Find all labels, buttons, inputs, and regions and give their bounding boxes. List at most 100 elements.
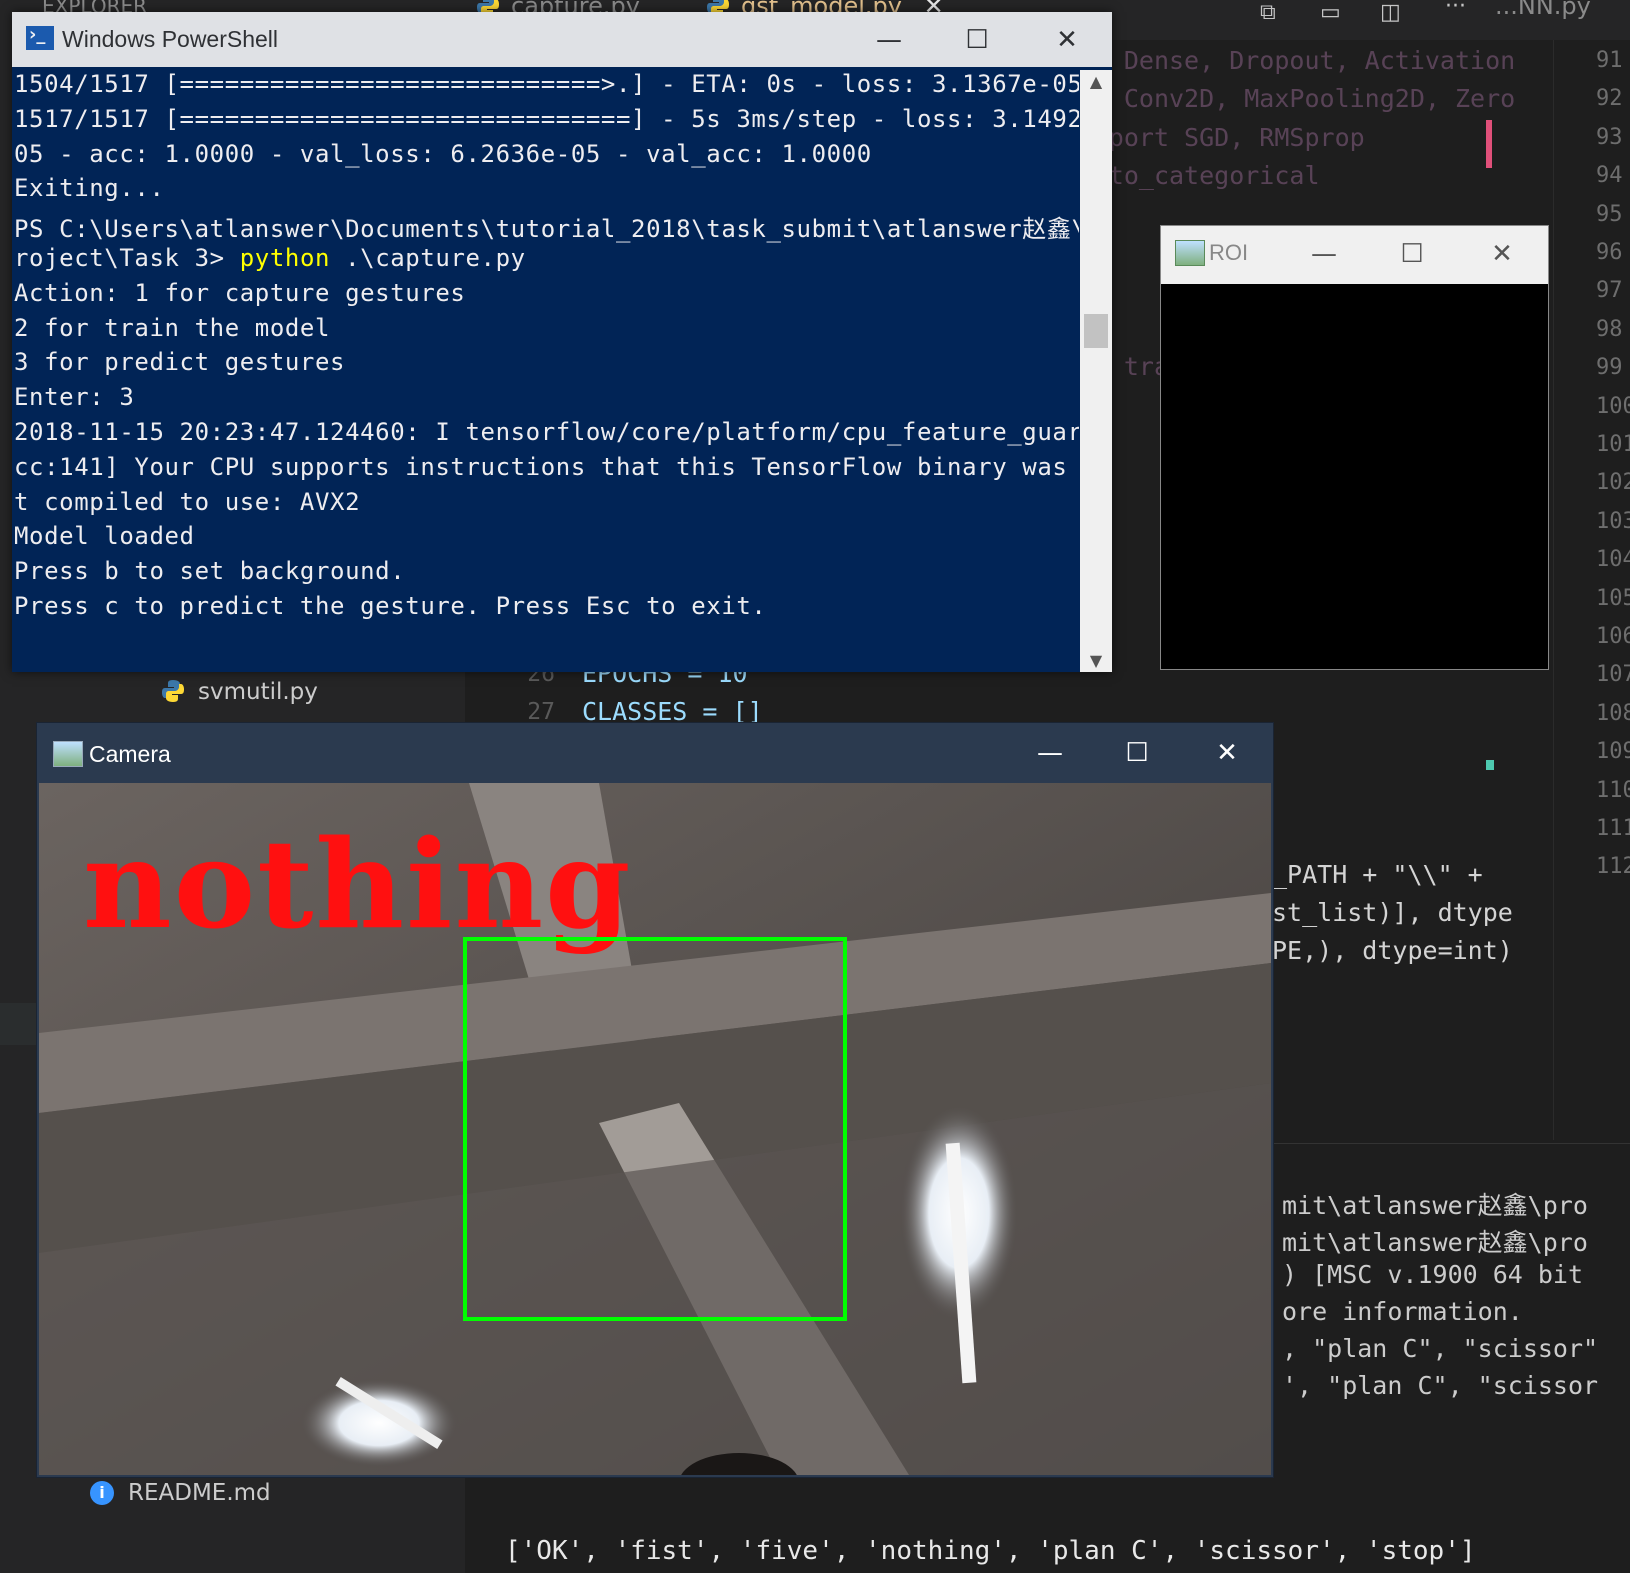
line-number: 110 <box>1596 777 1630 803</box>
scroll-up-icon[interactable]: ▲ <box>1080 72 1112 91</box>
terminal-line: mit\atlanswer赵鑫\pro <box>1282 1228 1588 1257</box>
console-line-text: 1504/1517 [============================>… <box>14 70 1079 98</box>
terminal-line: ', "plan C", "scissor <box>1282 1371 1599 1400</box>
scrollbar[interactable]: ▲ ▼ <box>1080 70 1112 672</box>
git-change-marker <box>1486 120 1492 168</box>
roi-title: ROI <box>1209 240 1249 265</box>
compare-icon[interactable]: ⧉ <box>1260 0 1276 25</box>
git-change-marker <box>1486 760 1494 770</box>
console-line-text: Exiting... <box>14 174 165 203</box>
console-line-text: Action: 1 for capture gestures <box>14 278 466 307</box>
console-line-text: Press c to predict the gesture. Press Es… <box>14 592 767 620</box>
prediction-label: nothing <box>83 812 633 956</box>
line-number: 95 <box>1596 201 1623 227</box>
scroll-down-icon[interactable]: ▼ <box>1080 651 1112 670</box>
terminal-line: mit\atlanswer赵鑫\pro <box>1282 1191 1588 1220</box>
powershell-console[interactable]: 1504/1517 [============================>… <box>14 70 1079 670</box>
console-line: Model loaded <box>14 522 195 550</box>
console-line-text: 05 - acc: 1.0000 - val_loss: 6.2636e-05 … <box>14 139 872 168</box>
line-number: 103 <box>1596 508 1630 534</box>
line-number: 99 <box>1596 355 1623 381</box>
console-line-text: 2018-11-15 20:23:47.124460: I tensorflow… <box>14 418 1079 446</box>
terminal-line: ore information. <box>1282 1297 1523 1326</box>
powershell-title: Windows PowerShell <box>62 26 279 52</box>
scrollbar-thumb[interactable] <box>1084 314 1108 348</box>
code-line-fragment: st_list)], dtype <box>1272 898 1513 927</box>
console-line-text: Press b to set background. <box>14 557 406 586</box>
explorer-item-label: README.md <box>128 1480 271 1506</box>
tab-cnn[interactable]: ...NN.py <box>1495 0 1591 20</box>
console-command-arg: .\capture.py <box>330 244 526 272</box>
split-editor-icon[interactable]: ◫ <box>1380 0 1401 25</box>
minimize-button[interactable]: — <box>1025 733 1075 773</box>
python-file-icon <box>160 678 186 704</box>
console-line-text: 2 for train the model <box>14 313 331 342</box>
explorer-item[interactable]: svmutil.py <box>160 678 318 705</box>
window-app-icon <box>1175 240 1205 266</box>
line-number: 92 <box>1596 86 1623 112</box>
console-line: roject\Task 3> python .\capture.py <box>14 244 526 272</box>
maximize-button[interactable]: ☐ <box>1112 733 1162 773</box>
line-number: 96 <box>1596 240 1623 265</box>
console-line: Action: 1 for capture gestures <box>14 279 465 307</box>
info-icon: i <box>90 1481 114 1505</box>
line-number: 104 <box>1596 547 1630 573</box>
console-line-text: Model loaded <box>14 522 195 551</box>
line-number: 105 <box>1596 585 1630 611</box>
terminal-line: , "plan C", "scissor" <box>1282 1334 1599 1363</box>
line-number: 93 <box>1596 124 1623 150</box>
minimize-button[interactable]: — <box>864 20 914 60</box>
line-number: 100 <box>1596 393 1630 419</box>
terminal-panel[interactable]: mit\atlanswer赵鑫\pro mit\atlanswer赵鑫\pro ) … <box>1270 1143 1630 1494</box>
camera-window[interactable]: Camera — ☐ ✕ nothing <box>36 722 1274 1478</box>
console-line-text: 3 for predict gestures <box>14 348 346 377</box>
maximize-button[interactable]: ☐ <box>1387 234 1437 274</box>
console-line: 1504/1517 [============================>… <box>14 70 1079 98</box>
close-button[interactable]: ✕ <box>1477 234 1527 274</box>
console-line: Press b to set background. <box>14 557 405 585</box>
console-line-text: t compiled to use: AVX2 <box>14 487 361 516</box>
minimap-gutter: 91 92 93 94 95 96 97 98 99 100 101 102 103 104 105 106 1… <box>1486 40 1630 1140</box>
camera-title: Camera <box>89 741 171 767</box>
tab-cnn-label: ...NN.py <box>1495 0 1591 20</box>
roi-window[interactable]: ROI — ☐ ✕ <box>1160 225 1549 670</box>
console-line: PS C:\Users\atlanswer\Documents\tutorial… <box>14 209 1079 244</box>
console-line: cc:141] Your CPU supports instructions t… <box>14 453 1079 481</box>
terminal-line: ) [MSC v.1900 64 bit <box>1282 1260 1584 1289</box>
line-number: 112 <box>1596 854 1630 880</box>
console-command: python <box>239 244 331 272</box>
console-line: 2 for train the model <box>14 314 330 342</box>
console-line: Enter: 3 <box>14 383 134 411</box>
line-number: 97 <box>1596 278 1623 304</box>
roi-bounding-box <box>463 937 847 1321</box>
line-number: 101 <box>1596 432 1630 457</box>
console-line: Press c to predict the gesture. Press Es… <box>14 592 766 620</box>
toggle-panel-icon[interactable]: ▭ <box>1320 0 1341 25</box>
powershell-titlebar[interactable]: Windows PowerShell — ☐ ✕ <box>12 12 1112 67</box>
window-app-icon <box>53 741 83 767</box>
console-line: 2018-11-15 20:23:47.124460: I tensorflow… <box>14 418 1079 446</box>
code-line-fragment: PE,), dtype=int) <box>1272 936 1513 965</box>
minimize-button[interactable]: — <box>1299 234 1349 274</box>
maximize-button[interactable]: ☐ <box>952 20 1002 60</box>
more-actions-icon[interactable]: ··· <box>1445 0 1466 19</box>
console-line: 3 for predict gestures <box>14 348 345 376</box>
console-line-text: roject\Task 3> <box>14 244 240 272</box>
line-number: 94 <box>1596 163 1623 189</box>
console-line-text: Enter: 3 <box>14 383 135 412</box>
close-button[interactable]: ✕ <box>1202 733 1252 773</box>
explorer-item-label: svmutil.py <box>198 679 318 705</box>
console-line: Exiting... <box>14 174 165 202</box>
powershell-window[interactable]: Windows PowerShell — ☐ ✕ 1504/1517 [====… <box>12 12 1112 672</box>
console-line-text: cc:141] Your CPU supports instructions t… <box>14 452 1079 481</box>
explorer-item[interactable]: i README.md <box>90 1480 271 1506</box>
line-number: 109 <box>1596 739 1630 765</box>
line-number: 91 <box>1596 48 1623 73</box>
console-line: 05 - acc: 1.0000 - val_loss: 6.2636e-05 … <box>14 140 872 168</box>
line-number: 106 <box>1596 624 1630 649</box>
line-number: 108 <box>1596 700 1630 726</box>
close-button[interactable]: ✕ <box>1042 20 1092 60</box>
console-line: t compiled to use: AVX2 <box>14 488 360 516</box>
line-number: 98 <box>1596 316 1623 342</box>
camera-feed: nothing <box>39 783 1271 1475</box>
